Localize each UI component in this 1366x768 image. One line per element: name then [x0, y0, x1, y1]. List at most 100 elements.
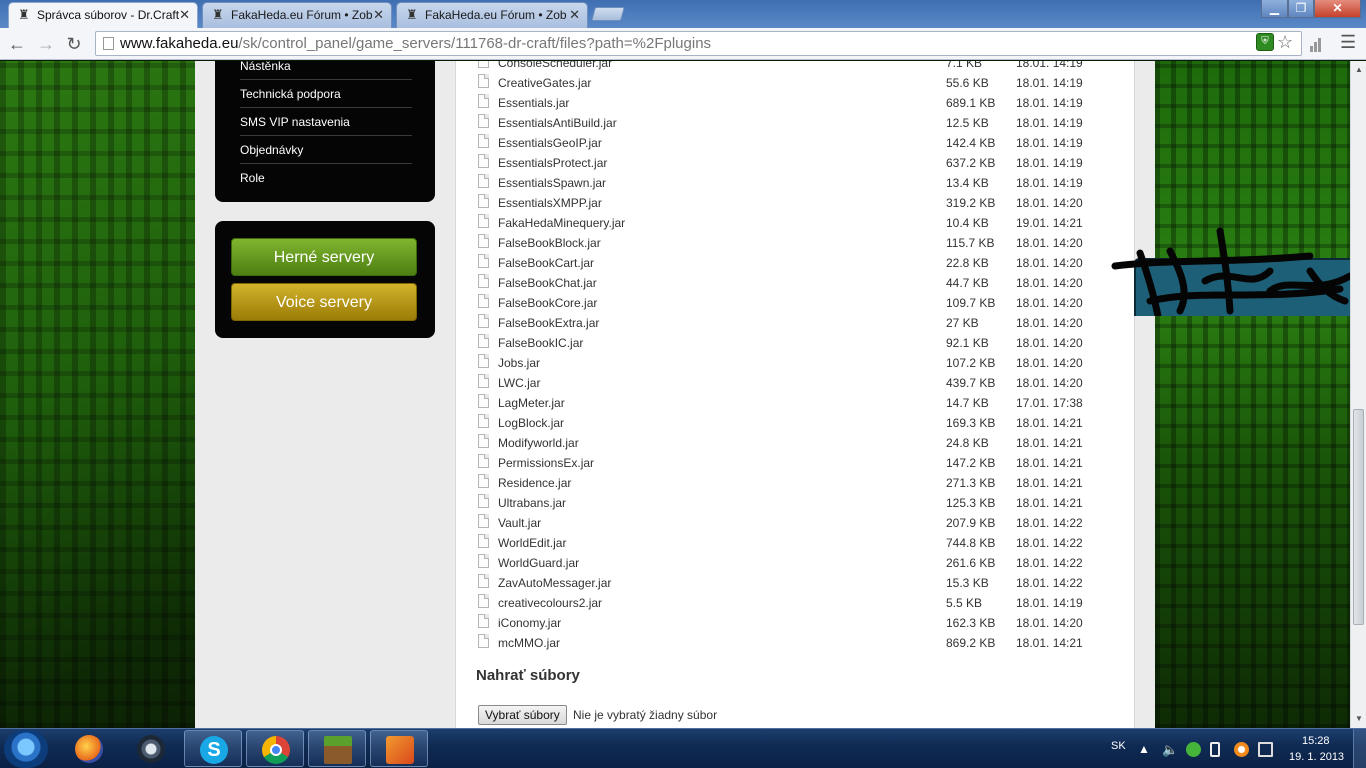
tab-forum-1[interactable]: ♜ FakaHeda.eu Fórum • Zob ✕	[202, 2, 392, 28]
file-name[interactable]: PermissionsEx.jar	[498, 456, 594, 470]
file-row[interactable]: creativecolours2.jar 5.5 KB 18.01. 14:19	[456, 593, 1136, 613]
file-row[interactable]: Vault.jar 207.9 KB 18.01. 14:22	[456, 513, 1136, 533]
file-row[interactable]: Residence.jar 271.3 KB 18.01. 14:21	[456, 473, 1136, 493]
network-icon[interactable]	[1258, 742, 1273, 757]
file-row[interactable]: ZavAutoMessager.jar 15.3 KB 18.01. 14:22	[456, 573, 1136, 593]
file-row[interactable]: mcMMO.jar 869.2 KB 18.01. 14:21	[456, 633, 1136, 653]
sidebar-item-technicka-podpora[interactable]: Technická podpora	[240, 80, 412, 108]
close-tab-icon[interactable]: ✕	[569, 3, 580, 27]
file-name[interactable]: Jobs.jar	[498, 356, 540, 370]
scroll-down-arrow-icon[interactable]: ▼	[1353, 713, 1365, 725]
clock-date[interactable]: 19. 1. 2013	[1289, 751, 1344, 763]
file-name[interactable]: ConsoleScheduler.jar	[498, 61, 612, 70]
file-name[interactable]: WorldEdit.jar	[498, 536, 566, 550]
signal-bars-icon[interactable]	[1310, 34, 1328, 52]
file-name[interactable]: FalseBookCart.jar	[498, 256, 594, 270]
sidebar-item-sms-vip[interactable]: SMS VIP nastavenia	[240, 108, 412, 136]
steam-icon[interactable]	[122, 730, 180, 767]
file-row[interactable]: WorldGuard.jar 261.6 KB 18.01. 14:22	[456, 553, 1136, 573]
voice-servery-button[interactable]: Voice servery	[231, 283, 417, 321]
file-row[interactable]: Essentials.jar 689.1 KB 18.01. 14:19	[456, 93, 1136, 113]
file-name[interactable]: CreativeGates.jar	[498, 76, 591, 90]
file-name[interactable]: LogBlock.jar	[498, 416, 564, 430]
file-name[interactable]: ZavAutoMessager.jar	[498, 576, 611, 590]
file-name[interactable]: FalseBookExtra.jar	[498, 316, 599, 330]
sidebar-item-objednavky[interactable]: Objednávky	[240, 136, 412, 164]
file-row[interactable]: Jobs.jar 107.2 KB 18.01. 14:20	[456, 353, 1136, 373]
wrench-menu-icon[interactable]: ☰	[1340, 33, 1358, 51]
page-scrollbar[interactable]: ▲ ▼	[1350, 61, 1366, 728]
file-row[interactable]: ConsoleScheduler.jar 7.1 KB 18.01. 14:19	[456, 61, 1136, 73]
file-name[interactable]: LWC.jar	[498, 376, 540, 390]
bookmark-star-icon[interactable]: ☆	[1277, 33, 1295, 51]
file-row[interactable]: FalseBookChat.jar 44.7 KB 18.01. 14:20	[456, 273, 1136, 293]
skype-icon[interactable]: S	[184, 730, 242, 767]
file-name[interactable]: WorldGuard.jar	[498, 556, 579, 570]
firefox-icon[interactable]	[60, 730, 118, 767]
minimize-button[interactable]: ▁	[1261, 0, 1288, 18]
file-row[interactable]: FalseBookIC.jar 92.1 KB 18.01. 14:20	[456, 333, 1136, 353]
choose-files-button[interactable]: Vybrať súbory	[478, 705, 567, 725]
scroll-up-arrow-icon[interactable]: ▲	[1353, 64, 1365, 76]
close-tab-icon[interactable]: ✕	[179, 3, 190, 27]
file-name[interactable]: Residence.jar	[498, 476, 571, 490]
file-row[interactable]: LogBlock.jar 169.3 KB 18.01. 14:21	[456, 413, 1136, 433]
file-row[interactable]: FakaHedaMinequery.jar 10.4 KB 19.01. 14:21	[456, 213, 1136, 233]
close-tab-icon[interactable]: ✕	[373, 3, 384, 27]
file-row[interactable]: iConomy.jar 162.3 KB 18.01. 14:20	[456, 613, 1136, 633]
file-row[interactable]: CreativeGates.jar 55.6 KB 18.01. 14:19	[456, 73, 1136, 93]
show-hidden-icons-icon[interactable]: ▲	[1138, 742, 1153, 757]
file-name[interactable]: FakaHedaMinequery.jar	[498, 216, 625, 230]
chrome-icon[interactable]	[246, 730, 304, 767]
file-row[interactable]: FalseBookCore.jar 109.7 KB 18.01. 14:20	[456, 293, 1136, 313]
tab-forum-2[interactable]: ♜ FakaHeda.eu Fórum • Zob ✕	[396, 2, 588, 28]
volume-icon[interactable]: 🔈	[1162, 742, 1178, 757]
tray-app-green-icon[interactable]	[1186, 742, 1201, 757]
extension-shield-icon[interactable]: ⛨	[1256, 33, 1274, 51]
app-icon[interactable]	[370, 730, 428, 767]
file-row[interactable]: LWC.jar 439.7 KB 18.01. 14:20	[456, 373, 1136, 393]
device-icon[interactable]	[1210, 742, 1220, 757]
file-row[interactable]: LagMeter.jar 14.7 KB 17.01. 17:38	[456, 393, 1136, 413]
file-row[interactable]: EssentialsSpawn.jar 13.4 KB 18.01. 14:19	[456, 173, 1136, 193]
file-name[interactable]: EssentialsProtect.jar	[498, 156, 607, 170]
file-name[interactable]: LagMeter.jar	[498, 396, 565, 410]
file-name[interactable]: FalseBookIC.jar	[498, 336, 583, 350]
url-text[interactable]: www.fakaheda.eu/sk/control_panel/game_se…	[120, 35, 711, 52]
forward-arrow-icon[interactable]: →	[35, 33, 57, 55]
maximize-button[interactable]: ❐	[1288, 0, 1314, 18]
file-row[interactable]: Modifyworld.jar 24.8 KB 18.01. 14:21	[456, 433, 1136, 453]
clock-time[interactable]: 15:28	[1302, 735, 1330, 747]
start-button[interactable]	[4, 730, 48, 768]
file-row[interactable]: FalseBookCart.jar 22.8 KB 18.01. 14:20	[456, 253, 1136, 273]
sidebar-item-role[interactable]: Role	[240, 164, 412, 192]
reload-icon[interactable]: ↻	[63, 33, 85, 55]
file-row[interactable]: EssentialsAntiBuild.jar 12.5 KB 18.01. 14:…	[456, 113, 1136, 133]
file-name[interactable]: Vault.jar	[498, 516, 541, 530]
file-name[interactable]: iConomy.jar	[498, 616, 561, 630]
show-desktop-button[interactable]	[1353, 729, 1366, 768]
file-row[interactable]: EssentialsXMPP.jar 319.2 KB 18.01. 14:20	[456, 193, 1136, 213]
file-row[interactable]: WorldEdit.jar 744.8 KB 18.01. 14:22	[456, 533, 1136, 553]
scroll-thumb[interactable]	[1353, 409, 1364, 625]
file-row[interactable]: PermissionsEx.jar 147.2 KB 18.01. 14:21	[456, 453, 1136, 473]
avast-icon[interactable]	[1234, 742, 1249, 757]
file-name[interactable]: EssentialsGeoIP.jar	[498, 136, 602, 150]
tab-file-manager[interactable]: ♜ Správca súborov - Dr.Craft ✕	[8, 2, 198, 28]
file-name[interactable]: creativecolours2.jar	[498, 596, 602, 610]
file-row[interactable]: EssentialsGeoIP.jar 142.4 KB 18.01. 14:19	[456, 133, 1136, 153]
sidebar-item-nastenka[interactable]: Nástěnka	[240, 61, 412, 80]
new-tab-button[interactable]	[591, 7, 625, 21]
back-arrow-icon[interactable]: ←	[6, 33, 28, 55]
file-name[interactable]: FalseBookChat.jar	[498, 276, 597, 290]
language-indicator[interactable]: SK	[1111, 740, 1126, 752]
file-name[interactable]: Ultrabans.jar	[498, 496, 566, 510]
file-name[interactable]: Essentials.jar	[498, 96, 569, 110]
file-name[interactable]: Modifyworld.jar	[498, 436, 579, 450]
file-row[interactable]: FalseBookExtra.jar 27 KB 18.01. 14:20	[456, 313, 1136, 333]
close-window-button[interactable]: ✕	[1314, 0, 1361, 18]
file-name[interactable]: mcMMO.jar	[498, 636, 560, 650]
file-row[interactable]: Ultrabans.jar 125.3 KB 18.01. 14:21	[456, 493, 1136, 513]
file-name[interactable]: FalseBookCore.jar	[498, 296, 597, 310]
file-name[interactable]: FalseBookBlock.jar	[498, 236, 601, 250]
